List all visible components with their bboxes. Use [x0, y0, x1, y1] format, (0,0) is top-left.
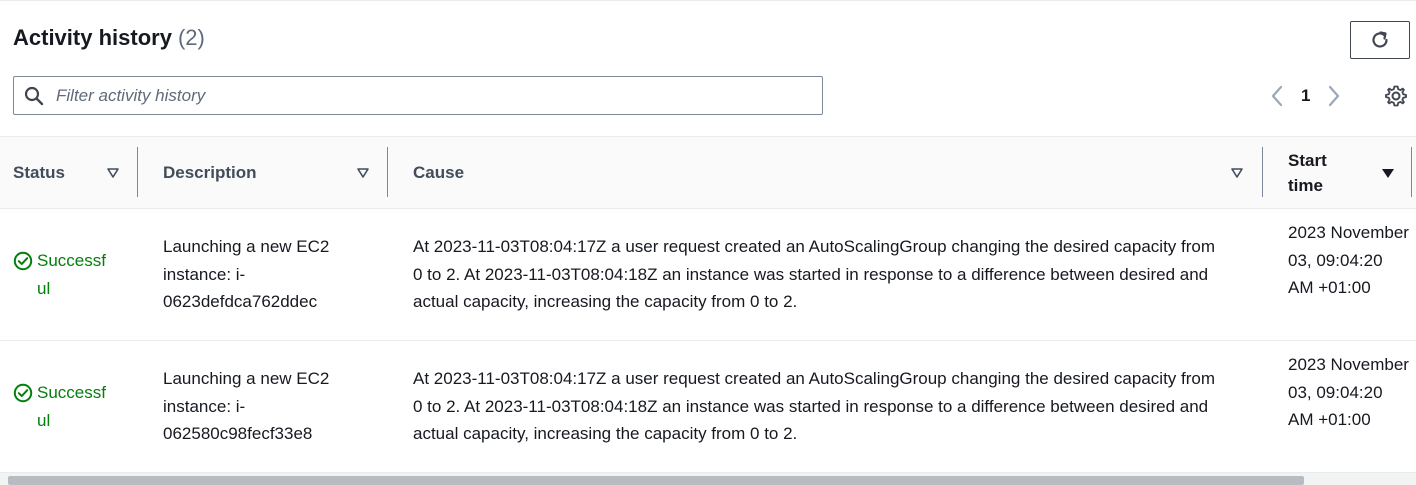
success-check-icon — [13, 251, 33, 271]
cause-cell: At 2023-11-03T08:04:17Z a user request c… — [413, 369, 1216, 443]
filter-search-box[interactable] — [13, 76, 823, 115]
table-header: Status Description Cause Start time — [0, 136, 1416, 209]
preferences-button[interactable] — [1384, 84, 1408, 108]
sort-caret-icon — [357, 168, 369, 178]
column-header-start-time[interactable]: Start time — [1288, 137, 1400, 209]
search-icon — [24, 86, 44, 106]
start-time-cell: 2023 November 03, 09:04:20 AM +01:00 — [1288, 355, 1409, 429]
refresh-button[interactable] — [1350, 21, 1410, 59]
cause-cell: At 2023-11-03T08:04:17Z a user request c… — [413, 237, 1216, 311]
status-text: Successful — [37, 383, 106, 430]
table-row[interactable]: Successful Launching a new EC2 instance:… — [0, 341, 1416, 473]
status-cell: Successful — [13, 247, 118, 302]
status-text: Successful — [37, 251, 106, 298]
success-check-icon — [13, 383, 33, 403]
search-input[interactable] — [54, 84, 758, 107]
gear-icon — [1385, 85, 1407, 107]
column-divider[interactable] — [387, 147, 388, 197]
current-page-number[interactable]: 1 — [1301, 86, 1310, 106]
chevron-right-icon — [1329, 85, 1340, 107]
item-count: (2) — [177, 25, 205, 50]
refresh-icon — [1372, 31, 1388, 48]
sort-caret-icon — [107, 168, 119, 178]
column-header-cause[interactable]: Cause — [413, 137, 1253, 209]
column-label-description: Description — [163, 163, 257, 182]
title-text: Activity history — [13, 25, 172, 50]
next-page-button[interactable] — [1323, 83, 1345, 109]
column-label-start-time: Start time — [1288, 151, 1327, 195]
start-time-cell: 2023 November 03, 09:04:20 AM +01:00 — [1288, 223, 1409, 297]
page-title: Activity history (2) — [13, 25, 205, 51]
description-cell: Launching a new EC2 instance: i-062580c9… — [163, 369, 330, 443]
pagination: 1 — [1266, 83, 1345, 109]
scrollbar-thumb[interactable] — [8, 476, 1304, 485]
column-divider[interactable] — [1411, 147, 1412, 197]
sort-caret-icon — [1231, 168, 1243, 178]
column-header-description[interactable]: Description — [163, 137, 373, 209]
previous-page-button[interactable] — [1266, 83, 1288, 109]
sort-descending-icon — [1382, 169, 1394, 178]
column-divider[interactable] — [1262, 147, 1263, 197]
activity-history-panel-header: Activity history(2) 1 — [0, 0, 1416, 136]
table-row[interactable]: Successful Launching a new EC2 instance:… — [0, 209, 1416, 341]
column-label-cause: Cause — [413, 163, 465, 182]
column-divider[interactable] — [137, 147, 138, 197]
column-header-status[interactable]: Status — [13, 137, 133, 209]
column-label-status: Status — [13, 163, 65, 182]
description-cell: Launching a new EC2 instance: i-0623defd… — [163, 237, 330, 311]
chevron-left-icon — [1271, 85, 1283, 107]
status-cell: Successful — [13, 379, 118, 434]
